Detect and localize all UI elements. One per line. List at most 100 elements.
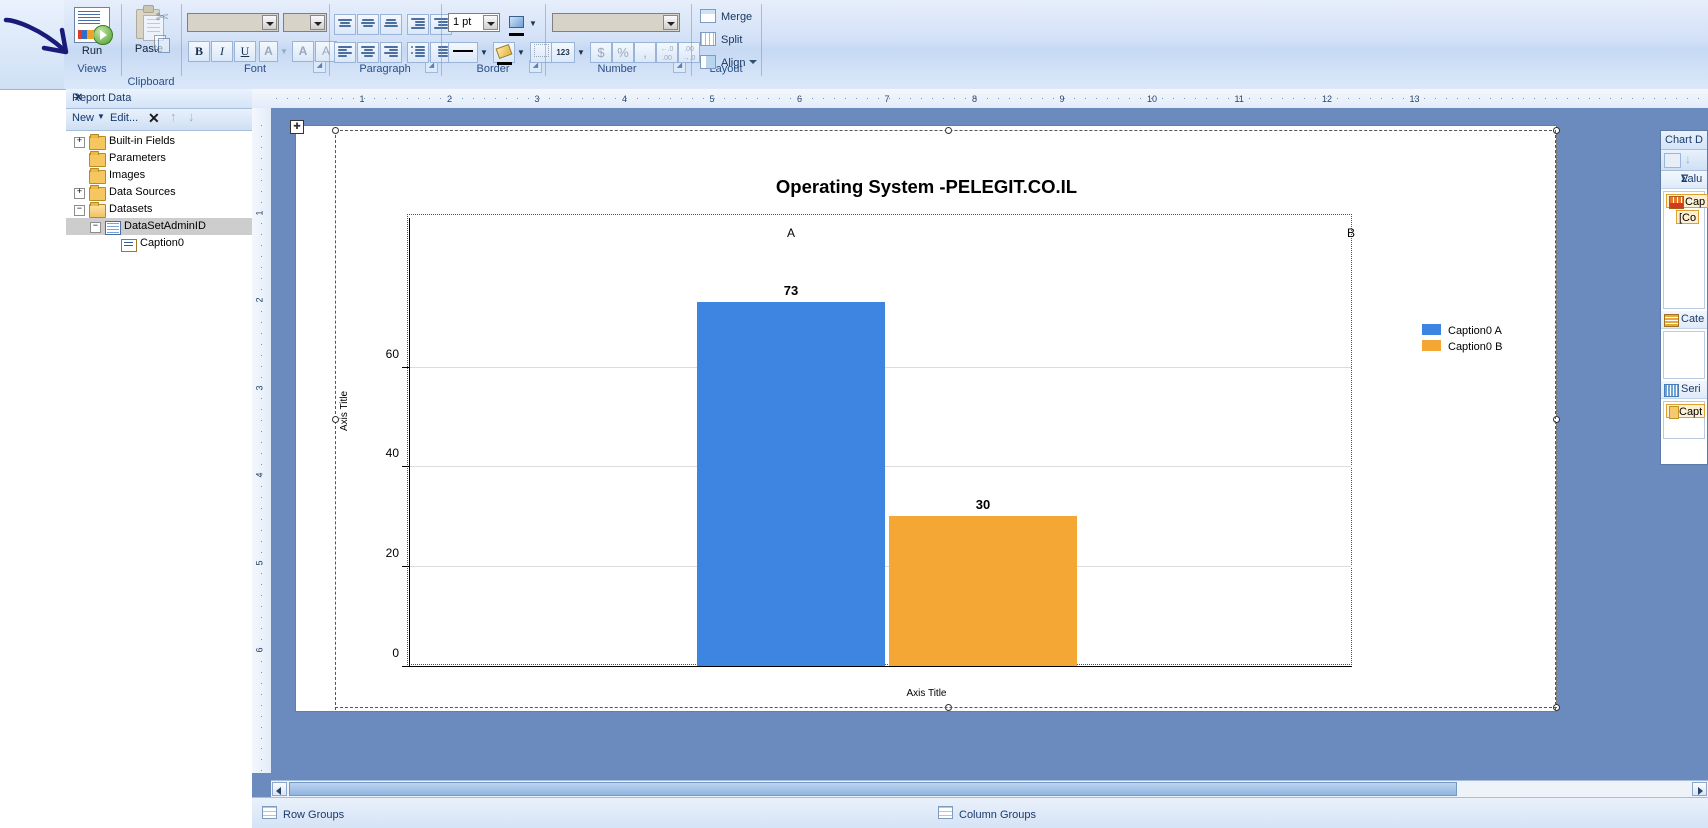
values-field-chip[interactable]: Cap (1666, 194, 1708, 209)
tree-item-data-sources[interactable]: + Data Sources (66, 184, 252, 201)
grow-font-button[interactable]: A (292, 41, 314, 62)
report-canvas[interactable]: Operating System -PELEGIT.CO.IL 60 40 20… (271, 108, 1708, 773)
delete-icon[interactable]: ✕ (148, 110, 160, 127)
chevron-down-icon[interactable]: ▼ (527, 13, 539, 34)
y-axis-title[interactable]: Axis Title (339, 391, 350, 431)
ruler-tick (976, 98, 977, 99)
vertical-ruler[interactable]: 1 2 3 4 5 6 (252, 108, 272, 773)
scrollbar-thumb[interactable] (289, 782, 1457, 796)
chart-series-box[interactable]: Capt (1663, 401, 1706, 439)
copy-icon[interactable] (152, 32, 172, 53)
font-color-button[interactable]: A (259, 41, 278, 62)
chevron-down-icon[interactable] (262, 15, 277, 30)
bar-series-a[interactable] (697, 302, 885, 666)
expander-icon[interactable]: − (74, 205, 85, 216)
bar-series-b[interactable] (889, 516, 1077, 666)
border-style-button[interactable] (448, 42, 478, 63)
move-down-icon[interactable]: ↓ (188, 109, 195, 124)
properties-icon[interactable] (1664, 153, 1681, 168)
chart-report-item[interactable]: Operating System -PELEGIT.CO.IL 60 40 20… (297, 126, 1560, 711)
new-menu-button[interactable]: New (72, 112, 94, 124)
chart-category-box[interactable] (1663, 331, 1705, 379)
ruler-tick (921, 98, 922, 99)
font-size-combo[interactable] (283, 13, 327, 32)
body-move-grip[interactable]: ✚ (290, 120, 304, 134)
x-axis-title[interactable]: Axis Title (297, 688, 1556, 699)
ruler-tick (261, 333, 262, 334)
scroll-right-button[interactable] (1692, 782, 1707, 796)
chart-legend[interactable]: Caption0 A Caption0 B (1422, 324, 1502, 356)
fill-color-button[interactable] (505, 13, 527, 36)
chevron-down-icon[interactable]: ▼ (575, 42, 587, 63)
resize-handle[interactable] (945, 127, 952, 134)
ruler-tick (1195, 98, 1196, 99)
border-color-button[interactable] (493, 42, 515, 65)
merge-button[interactable]: Merge (700, 9, 752, 31)
chart-values-box[interactable]: Cap [Co (1663, 191, 1708, 309)
chevron-down-icon[interactable] (483, 15, 498, 30)
bold-button[interactable]: B (188, 41, 210, 62)
series-field-chip[interactable]: Capt (1666, 404, 1706, 419)
align-menu-button[interactable]: Align (700, 55, 758, 77)
bullet-list-button[interactable] (407, 42, 429, 63)
chart-title[interactable]: Operating System -PELEGIT.CO.IL (297, 176, 1556, 198)
cut-icon[interactable]: ✄ (152, 8, 172, 28)
report-page[interactable]: Operating System -PELEGIT.CO.IL 60 40 20… (290, 120, 1560, 712)
comma-button[interactable]: , (634, 42, 656, 63)
chevron-down-icon[interactable] (749, 60, 758, 64)
split-button[interactable]: Split (700, 32, 742, 54)
currency-button[interactable]: $ (590, 42, 612, 63)
ruler-tick (1228, 98, 1229, 99)
expander-icon[interactable]: − (90, 222, 101, 233)
values-expression-chip[interactable]: [Co (1676, 210, 1700, 224)
close-icon[interactable]: ✕ (72, 92, 85, 105)
ruler-tick (261, 377, 262, 378)
tree-item-datasets[interactable]: − Datasets (66, 201, 252, 218)
folder-icon (89, 151, 106, 167)
align-center-button[interactable] (357, 42, 379, 63)
tree-item-images[interactable]: Images (66, 167, 252, 184)
expander-icon[interactable]: + (74, 137, 85, 148)
horizontal-scrollbar[interactable] (271, 780, 1708, 798)
run-button[interactable]: Run (65, 5, 119, 57)
tree-item-built-in-fields[interactable]: + Built-in Fields (66, 133, 252, 150)
horizontal-ruler[interactable]: 1 2 3 4 5 6 7 8 9 10 11 12 13 (252, 89, 1708, 109)
decrease-indent-button[interactable] (407, 14, 429, 35)
align-left-button[interactable] (334, 42, 356, 63)
move-up-icon[interactable]: ↑ (170, 109, 177, 124)
chevron-down-icon[interactable]: ▼ (515, 42, 527, 63)
legend-swatch-icon (1422, 324, 1441, 335)
number-style-button[interactable]: 123 (551, 42, 575, 63)
tree-item-parameters[interactable]: Parameters (66, 150, 252, 167)
align-top-button[interactable] (334, 14, 356, 35)
underline-button[interactable]: U (234, 41, 256, 62)
chevron-down-icon[interactable] (310, 15, 325, 30)
scroll-left-button[interactable] (272, 782, 287, 796)
ruler-tick (385, 98, 386, 99)
ruler-tick (637, 98, 638, 99)
number-format-combo[interactable] (552, 13, 680, 32)
align-middle-button[interactable] (357, 14, 379, 35)
increase-decimal-button[interactable]: ←.0.00 (656, 42, 678, 63)
ruler-tick (261, 541, 262, 542)
font-name-combo[interactable] (187, 13, 279, 32)
border-width-combo[interactable]: 1 pt (448, 13, 500, 32)
move-down-icon[interactable]: ↓ (1685, 152, 1691, 166)
chart-plot-area[interactable]: 60 40 20 0 73 30 A B (386, 218, 1355, 667)
tree-item-dataset-adminid[interactable]: − DataSetAdminID (66, 218, 252, 235)
expander-icon[interactable]: + (74, 188, 85, 199)
chevron-down-icon[interactable]: ▼ (97, 112, 105, 121)
chevron-down-icon[interactable] (663, 15, 678, 30)
percent-button[interactable]: % (612, 42, 634, 63)
align-right-button[interactable] (380, 42, 402, 63)
row-groups-panel[interactable]: Row Groups (262, 806, 344, 821)
column-groups-panel[interactable]: Column Groups (938, 806, 1036, 821)
resize-handle[interactable] (332, 416, 339, 423)
edit-button[interactable]: Edit... (110, 112, 138, 124)
resize-handle[interactable] (332, 127, 339, 134)
align-bottom-button[interactable] (380, 14, 402, 35)
chevron-down-icon[interactable]: ▼ (278, 41, 290, 62)
italic-button[interactable]: I (211, 41, 233, 62)
chevron-down-icon[interactable]: ▼ (478, 42, 490, 63)
tree-item-caption0[interactable]: Caption0 (66, 235, 252, 252)
